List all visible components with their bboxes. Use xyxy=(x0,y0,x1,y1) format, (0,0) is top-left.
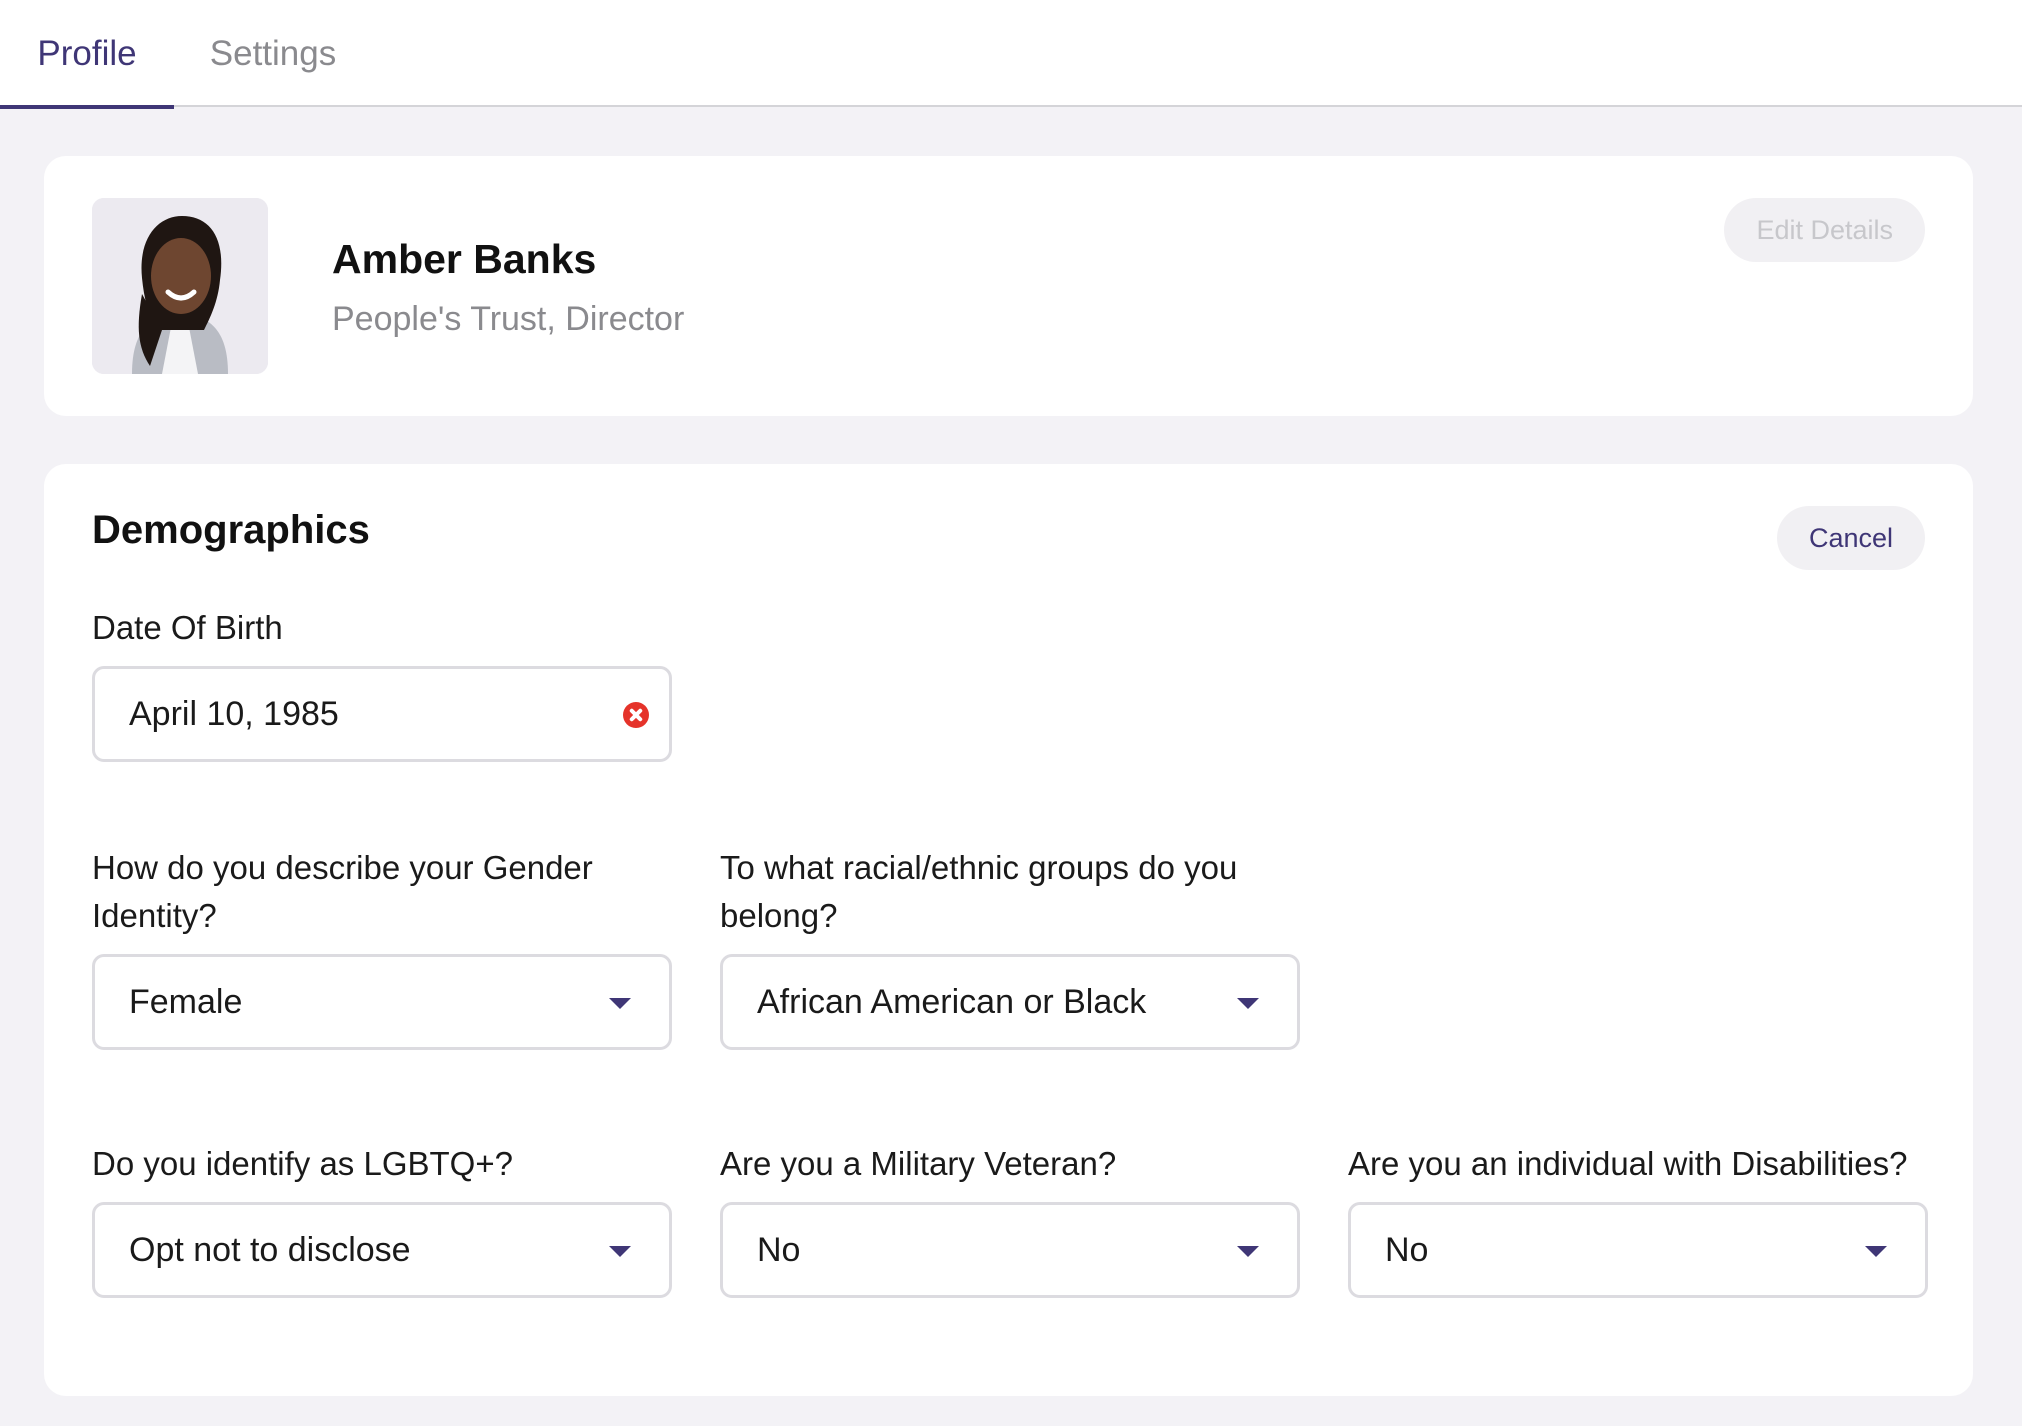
race-select[interactable]: African American or Black xyxy=(720,954,1300,1050)
chevron-down-icon xyxy=(1237,998,1259,1009)
gender-value: Female xyxy=(129,983,243,1021)
profile-name: Amber Banks xyxy=(332,236,597,282)
lgbtq-label: Do you identify as LGBTQ+? xyxy=(92,1145,513,1182)
dob-label: Date Of Birth xyxy=(92,609,283,646)
chevron-down-icon xyxy=(609,998,631,1009)
tab-settings[interactable]: Settings xyxy=(198,0,348,107)
disability-select[interactable]: No xyxy=(1348,1202,1928,1298)
race-label: To what racial/ethnic groups do you belo… xyxy=(720,849,1238,934)
profile-card: Amber Banks People's Trust, Director Edi… xyxy=(44,156,1973,416)
dob-field[interactable]: April 10, 1985 xyxy=(92,666,672,762)
lgbtq-value: Opt not to disclose xyxy=(129,1231,411,1269)
tab-profile[interactable]: Profile xyxy=(0,0,174,109)
profile-org-title: People's Trust, Director xyxy=(332,300,685,338)
section-title: Demographics xyxy=(92,508,370,552)
gender-select[interactable]: Female xyxy=(92,954,672,1050)
race-value: African American or Black xyxy=(757,983,1147,1021)
gender-label: How do you describe your Gender Identity… xyxy=(92,849,593,934)
chevron-down-icon xyxy=(1865,1246,1887,1257)
veteran-value: No xyxy=(757,1231,801,1269)
demographics-card: Demographics Cancel Date Of Birth April … xyxy=(44,464,1973,1396)
chevron-down-icon xyxy=(1237,1246,1259,1257)
disability-value: No xyxy=(1385,1231,1429,1269)
clear-icon[interactable] xyxy=(623,702,649,728)
cancel-button[interactable]: Cancel xyxy=(1776,506,1925,570)
profile-photo-icon xyxy=(92,198,268,374)
disability-label: Are you an individual with Disabilities? xyxy=(1348,1145,1908,1182)
lgbtq-select[interactable]: Opt not to disclose xyxy=(92,1202,672,1298)
veteran-label: Are you a Military Veteran? xyxy=(720,1145,1117,1182)
dob-value: April 10, 1985 xyxy=(129,695,339,733)
veteran-select[interactable]: No xyxy=(720,1202,1300,1298)
chevron-down-icon xyxy=(609,1246,631,1257)
edit-details-button[interactable]: Edit Details xyxy=(1724,198,1925,262)
avatar xyxy=(92,198,268,374)
tab-bar: Profile Settings xyxy=(0,0,2022,109)
